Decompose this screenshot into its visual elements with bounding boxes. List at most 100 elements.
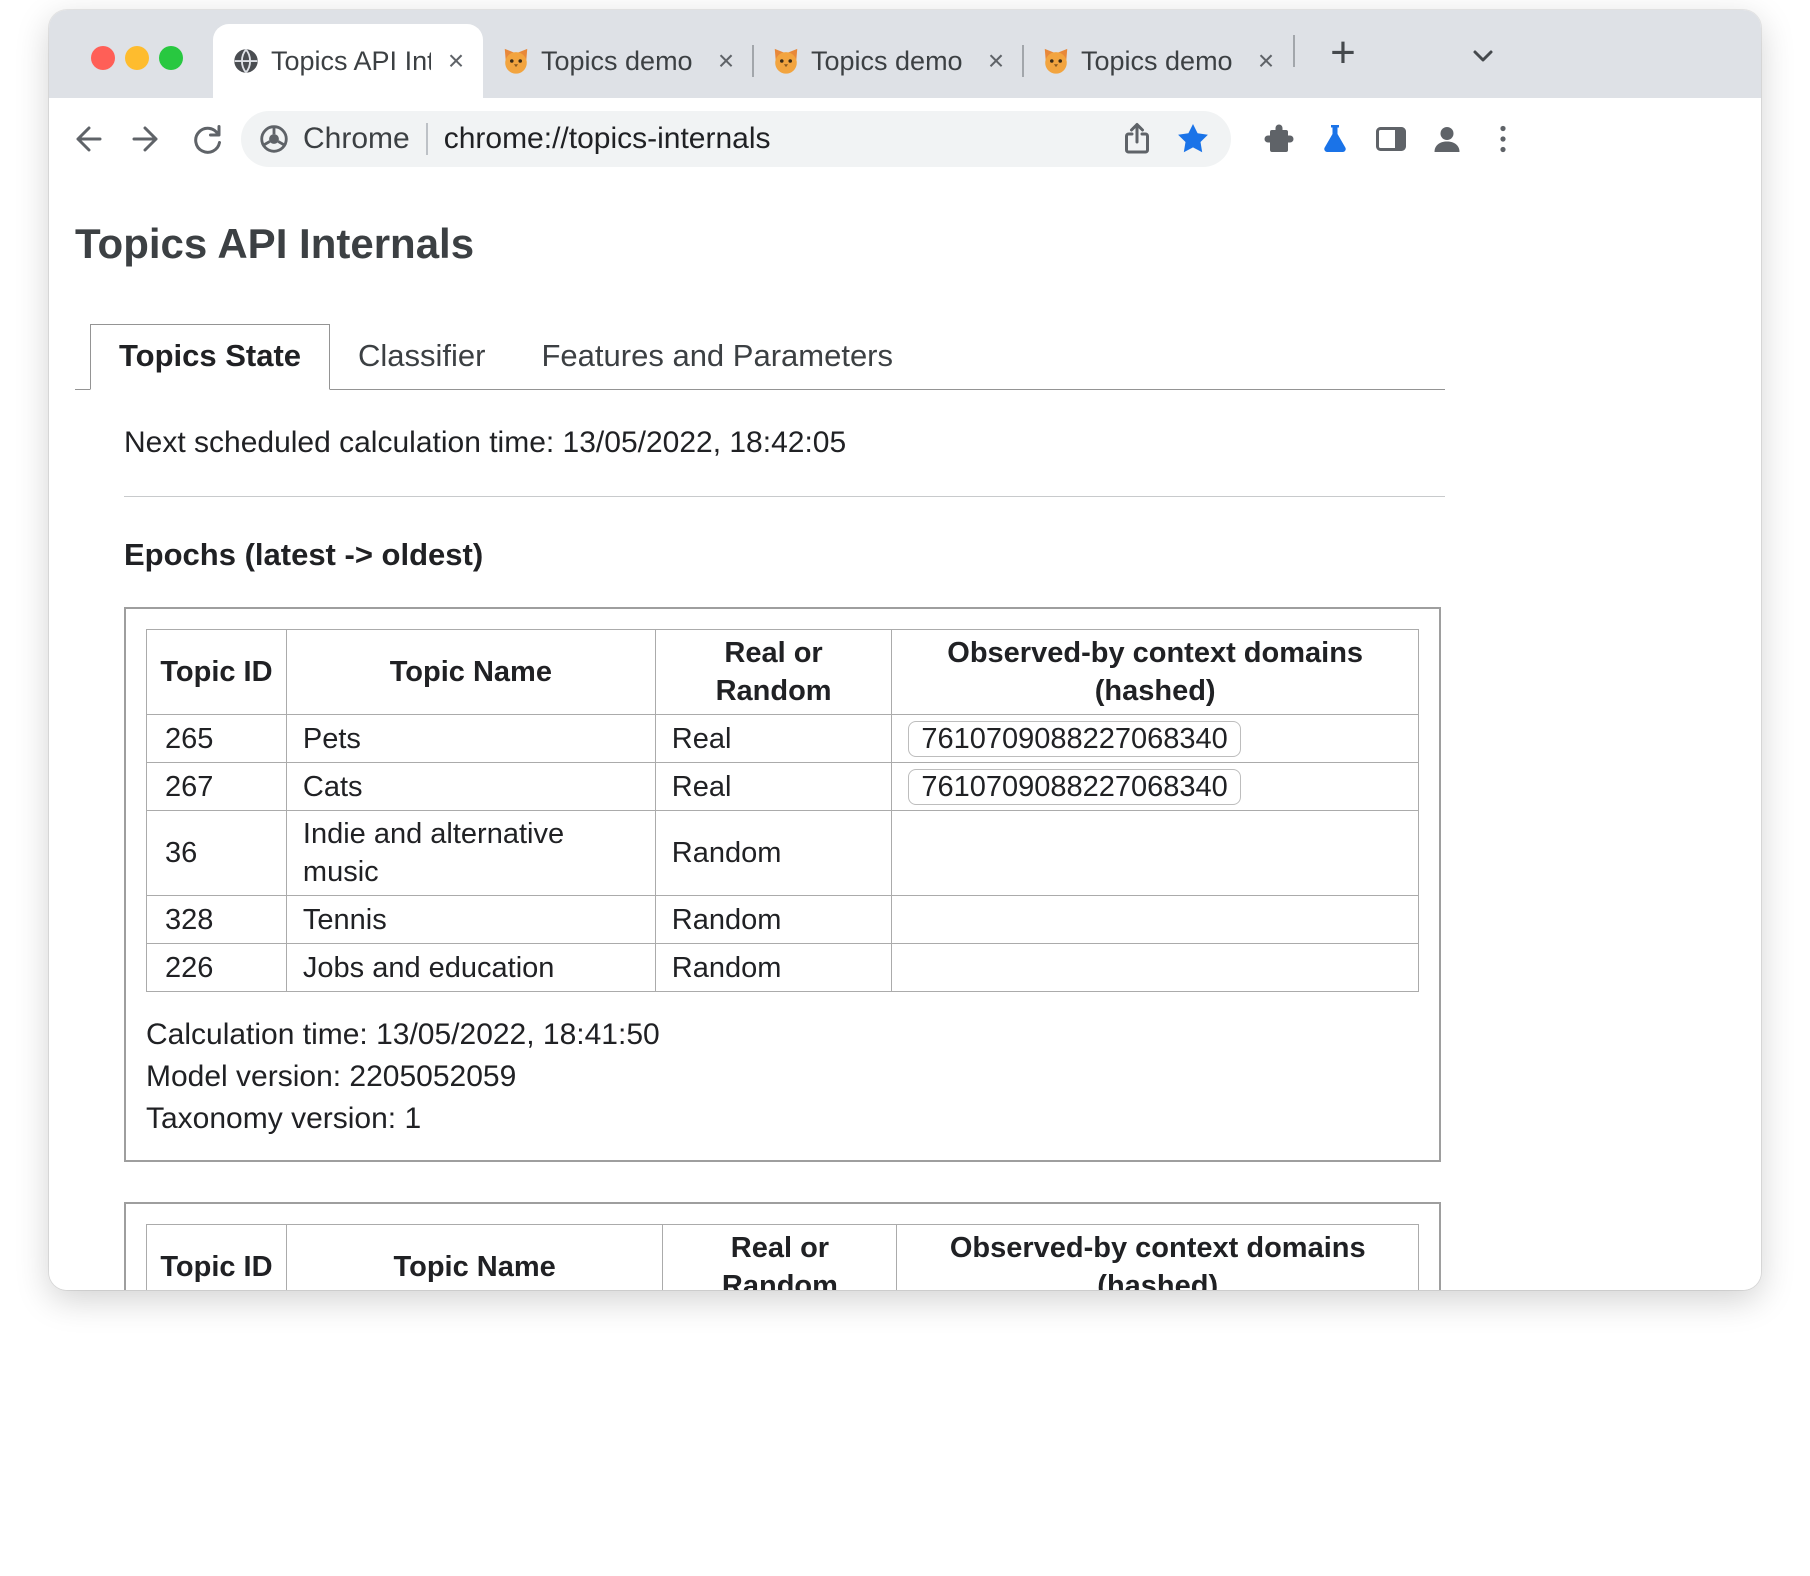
tab-favicon [1041,46,1071,76]
forward-arrow-icon [129,121,165,157]
chevron-down-icon [1465,38,1501,74]
bookmark-star-button[interactable] [1173,119,1213,159]
real-or-random-cell: Real [655,715,892,763]
tab-strip: Topics API Internals × [49,10,1761,98]
column-header-topic-name: Topic Name [286,630,655,715]
domains-cell [892,944,1419,992]
cat-favicon-icon [501,46,531,76]
profile-button[interactable] [1419,111,1475,167]
tab-favicon [231,46,261,76]
browser-menu-button[interactable] [1475,111,1531,167]
taxonomy-version-text: Taxonomy version: 1 [146,1098,1419,1140]
domains-cell: 7610709088227068340 [892,715,1419,763]
domain-hash-chip: 7610709088227068340 [908,769,1240,805]
new-tab-button[interactable]: + [1317,27,1369,79]
browser-tab-title: Topics API Internals [271,46,431,77]
page-tab-label: Topics State [119,338,301,373]
epochs-heading: Epochs (latest -> oldest) [124,537,1445,573]
browser-tab[interactable]: Topics demo × [1023,24,1293,98]
browser-tabs: Topics API Internals × [213,24,1369,98]
omnibox-brand-label: Chrome [303,122,410,156]
share-icon [1119,121,1155,157]
avatar-icon [1429,121,1465,157]
table-row: 267 Cats Real 7610709088227068340 [147,763,1419,811]
topic-name-cell: Tennis [286,896,655,944]
real-or-random-cell: Random [655,811,892,896]
chrome-site-icon [257,122,291,156]
tab-overflow-chevron-button[interactable] [1461,34,1505,78]
column-header-observed-domains: Observed-by context domains (hashed) [897,1225,1419,1290]
forward-button[interactable] [121,113,173,165]
extensions-button[interactable] [1251,111,1307,167]
kebab-menu-icon [1485,121,1521,157]
topic-id-cell: 328 [147,896,287,944]
browser-window: Topics API Internals × [49,10,1761,1290]
omnibox[interactable]: Chrome chrome://topics-internals [241,111,1231,167]
side-panel-button[interactable] [1363,111,1419,167]
page-tab-bar: Topics State Classifier Features and Par… [75,324,1445,390]
page-tab[interactable]: Features and Parameters [514,325,922,389]
table-header-row: Topic ID Topic Name Real or Random Obser… [147,1225,1419,1290]
tab-separator [1293,35,1295,67]
reload-button[interactable] [181,113,233,165]
topic-name-cell: Pets [286,715,655,763]
model-version-text: Model version: 2205052059 [146,1056,1419,1098]
close-window-button[interactable] [91,46,115,70]
topic-name-cell: Cats [286,763,655,811]
page-content: Topics API Internals Topics State Classi… [49,180,1761,1290]
toolbar-actions [1251,111,1531,167]
column-header-real-or-random: Real or Random [655,630,892,715]
browser-tab[interactable]: Topics demo × [753,24,1023,98]
real-or-random-cell: Random [655,896,892,944]
epoch-card: Topic ID Topic Name Real or Random Obser… [124,607,1441,1162]
page-tab-label: Features and Parameters [542,338,894,373]
column-header-observed-domains: Observed-by context domains (hashed) [892,630,1419,715]
tab-close-icon[interactable]: × [981,46,1011,76]
reload-icon [189,121,225,157]
topic-id-cell: 36 [147,811,287,896]
cat-favicon-icon [1041,46,1071,76]
column-header-topic-id: Topic ID [147,1225,287,1290]
tab-close-icon[interactable]: × [711,46,741,76]
column-header-topic-id: Topic ID [147,630,287,715]
browser-tab-title: Topics demo [1081,46,1241,77]
page-tab[interactable]: Topics State [90,324,330,390]
tab-close-icon[interactable]: × [441,46,471,76]
page-tab-label: Classifier [358,338,485,373]
back-button[interactable] [61,113,113,165]
topic-id-cell: 226 [147,944,287,992]
topic-id-cell: 267 [147,763,287,811]
tab-favicon [771,46,801,76]
epoch-table: Topic ID Topic Name Real or Random Obser… [146,1224,1419,1290]
domains-cell [892,896,1419,944]
next-calculation-text: Next scheduled calculation time: 13/05/2… [124,426,1445,460]
browser-tab-title: Topics demo [541,46,701,77]
tab-favicon [501,46,531,76]
share-button[interactable] [1117,119,1157,159]
page-tab[interactable]: Classifier [330,325,513,389]
browser-tab[interactable]: Topics API Internals × [213,24,483,98]
table-row: 328 Tennis Random [147,896,1419,944]
page-title: Topics API Internals [75,220,1761,268]
chrome-labs-button[interactable] [1307,111,1363,167]
table-row: 265 Pets Real 7610709088227068340 [147,715,1419,763]
minimize-window-button[interactable] [125,46,149,70]
omnibox-url[interactable]: chrome://topics-internals [444,122,1101,156]
topics-state-panel: Next scheduled calculation time: 13/05/2… [75,390,1445,1290]
table-row: 36 Indie and alternative music Random [147,811,1419,896]
omnibox-separator [426,123,428,155]
domains-cell: 7610709088227068340 [892,763,1419,811]
real-or-random-cell: Random [655,944,892,992]
browser-tab[interactable]: Topics demo × [483,24,753,98]
epoch-card: Topic ID Topic Name Real or Random Obser… [124,1202,1441,1290]
zoom-window-button[interactable] [159,46,183,70]
domains-cell [892,811,1419,896]
table-header-row: Topic ID Topic Name Real or Random Obser… [147,630,1419,715]
table-row: 226 Jobs and education Random [147,944,1419,992]
browser-tab-title: Topics demo [811,46,971,77]
back-arrow-icon [69,121,105,157]
topic-id-cell: 265 [147,715,287,763]
column-header-topic-name: Topic Name [286,1225,663,1290]
tab-close-icon[interactable]: × [1251,46,1281,76]
side-panel-icon [1373,121,1409,157]
